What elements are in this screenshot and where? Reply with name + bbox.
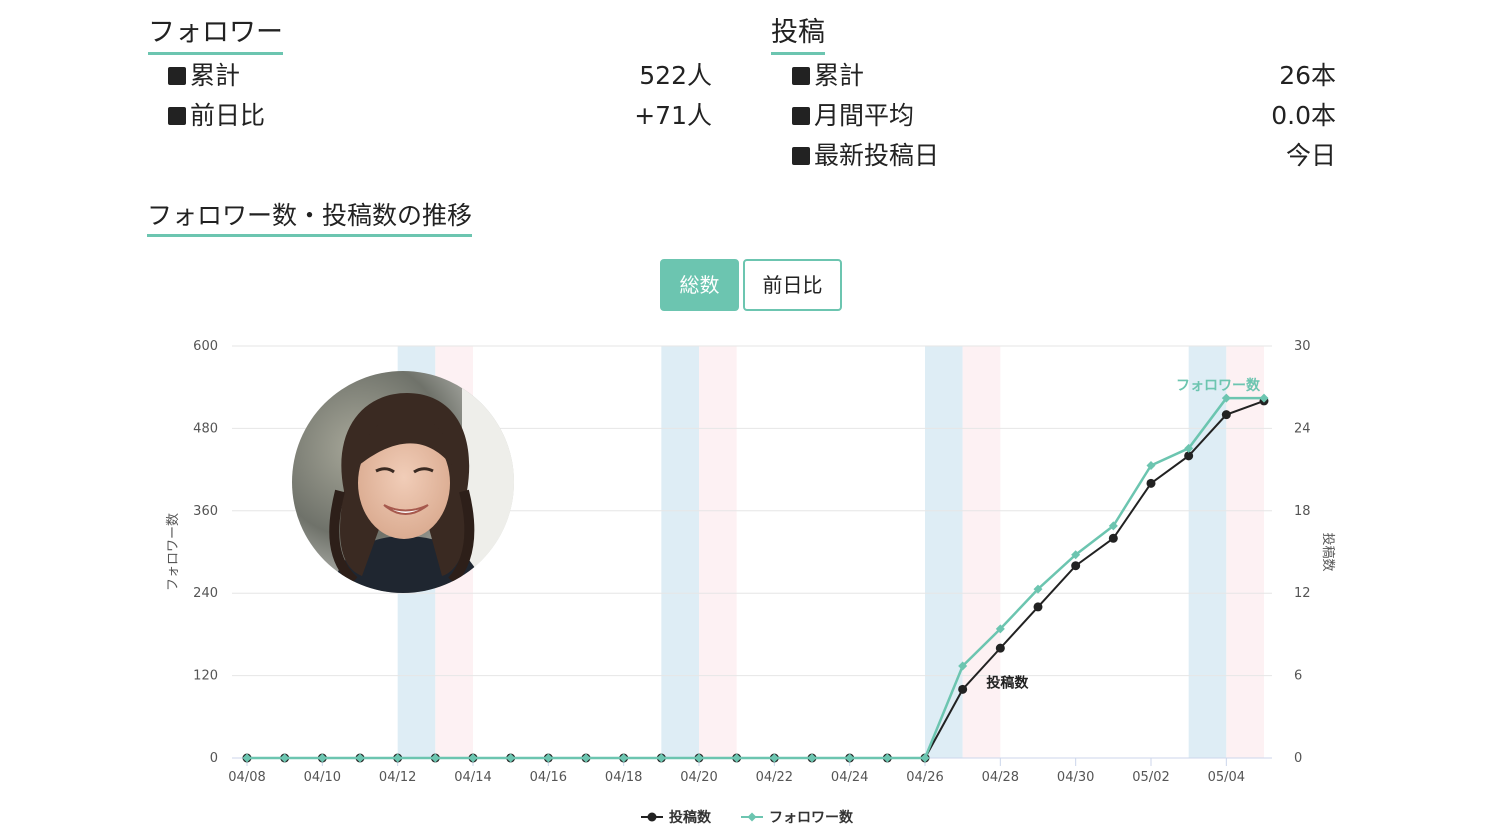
weekend-band <box>962 346 1001 758</box>
x-tick-label: 04/26 <box>906 770 943 785</box>
y-right-tick-label: 12 <box>1294 586 1311 601</box>
x-tick-label: 04/08 <box>228 770 265 785</box>
y-right-tick-label: 6 <box>1294 669 1302 684</box>
x-tick-label: 04/16 <box>530 770 567 785</box>
y-left-tick-label: 480 <box>193 421 218 436</box>
x-tick-label: 05/04 <box>1208 770 1245 785</box>
posts-point <box>958 684 968 694</box>
y-right-tick-label: 24 <box>1294 421 1311 436</box>
posts-point <box>1071 561 1081 571</box>
x-tick-label: 04/28 <box>982 770 1019 785</box>
y-right-tick-label: 0 <box>1294 751 1302 766</box>
avatar <box>292 371 514 593</box>
posts-point <box>1108 533 1118 543</box>
x-tick-label: 04/10 <box>304 770 341 785</box>
x-tick-label: 04/24 <box>831 770 868 785</box>
y-right-axis-title: 投稿数 <box>1320 532 1336 571</box>
y-right-tick-label: 30 <box>1294 339 1311 354</box>
followers-posts-chart: 0 0 120 6 240 12 360 18 480 24 600 30 04/08 04/10 04/1… <box>166 339 1336 826</box>
followers-legend-label: フォロワー数 <box>769 809 854 826</box>
weekend-band <box>1188 346 1227 758</box>
y-left-tick-label: 240 <box>193 586 218 601</box>
weekend-band <box>661 346 699 758</box>
posts-legend-label: 投稿数 <box>669 809 712 826</box>
y-left-tick-label: 360 <box>193 504 218 519</box>
posts-point <box>995 643 1005 653</box>
weekend-band <box>925 346 963 758</box>
x-tick-label: 04/18 <box>605 770 642 785</box>
x-tick-label: 04/20 <box>680 770 717 785</box>
y-left-tick-label: 600 <box>193 339 218 354</box>
weekend-band <box>699 346 737 758</box>
legend-marker <box>747 812 757 822</box>
posts-point <box>1221 410 1231 420</box>
y-right-tick-label: 18 <box>1294 504 1311 519</box>
followers-legend-item[interactable]: フォロワー数 <box>741 809 854 826</box>
y-left-axis-title: フォロワー数 <box>166 513 181 591</box>
x-tick-label: 05/02 <box>1132 770 1169 785</box>
followers-series-label: フォロワー数 <box>1176 377 1261 394</box>
x-tick-label: 04/12 <box>379 770 416 785</box>
legend-marker <box>647 812 657 822</box>
posts-legend-item[interactable]: 投稿数 <box>641 809 712 826</box>
posts-series-label: 投稿数 <box>986 674 1029 691</box>
chart-legend[interactable]: 投稿数 フォロワー数 <box>641 809 854 826</box>
x-tick-label: 04/14 <box>454 770 491 785</box>
y-left-tick-label: 120 <box>193 669 218 684</box>
x-tick-label: 04/22 <box>756 770 793 785</box>
posts-point <box>1033 602 1043 612</box>
posts-point <box>1146 478 1156 488</box>
weekend-bands <box>397 346 1264 758</box>
x-tick-label: 04/30 <box>1057 770 1094 785</box>
y-left-tick-label: 0 <box>210 751 218 766</box>
